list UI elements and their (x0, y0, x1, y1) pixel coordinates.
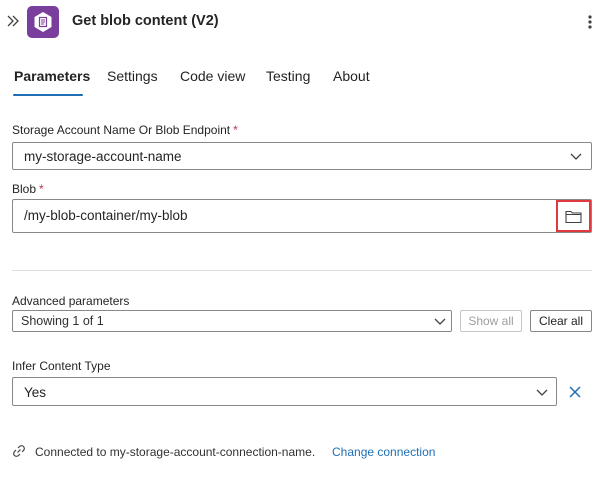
link-icon (12, 444, 26, 458)
chevron-down-icon (433, 314, 447, 328)
page-title: Get blob content (V2) (72, 13, 219, 29)
tab-testing[interactable]: Testing (266, 68, 310, 84)
blob-value: /my-blob-container/my-blob (24, 208, 188, 223)
required-marker: * (39, 182, 44, 196)
chevron-down-icon (569, 149, 583, 163)
advanced-parameters-value: Showing 1 of 1 (21, 314, 104, 328)
infer-content-type-value: Yes (24, 385, 47, 400)
advanced-parameters-label: Advanced parameters (12, 294, 130, 308)
storage-account-dropdown[interactable]: my-storage-account-name (12, 142, 592, 170)
blob-input[interactable]: /my-blob-container/my-blob (12, 199, 592, 233)
change-connection-link[interactable]: Change connection (332, 445, 435, 459)
required-marker: * (233, 123, 238, 137)
browse-blob-button[interactable] (556, 200, 591, 232)
tab-parameters[interactable]: Parameters (14, 68, 90, 84)
storage-account-value: my-storage-account-name (24, 149, 182, 164)
storage-account-label: Storage Account Name Or Blob Endpoint * (12, 123, 238, 137)
show-all-button[interactable]: Show all (460, 310, 522, 332)
infer-content-type-dropdown[interactable]: Yes (12, 377, 557, 406)
advanced-parameters-dropdown[interactable]: Showing 1 of 1 (12, 310, 452, 332)
chevron-down-icon (535, 385, 549, 399)
more-vertical-icon[interactable] (582, 12, 598, 32)
storage-account-label-text: Storage Account Name Or Blob Endpoint (12, 123, 231, 137)
blob-storage-icon (27, 6, 59, 38)
clear-all-button[interactable]: Clear all (530, 310, 592, 332)
blob-label: Blob * (12, 182, 44, 196)
tab-code-view[interactable]: Code view (180, 68, 245, 84)
close-icon[interactable] (567, 384, 583, 400)
tab-about[interactable]: About (333, 68, 370, 84)
connection-status-text: Connected to my-storage-account-connecti… (35, 445, 316, 459)
section-divider (12, 270, 592, 271)
double-chevron-right-icon[interactable] (5, 13, 21, 29)
folder-icon (565, 209, 582, 224)
blob-label-text: Blob (12, 182, 37, 196)
active-tab-indicator (13, 94, 83, 96)
tab-settings[interactable]: Settings (107, 68, 158, 84)
infer-content-type-label: Infer Content Type (12, 359, 111, 373)
